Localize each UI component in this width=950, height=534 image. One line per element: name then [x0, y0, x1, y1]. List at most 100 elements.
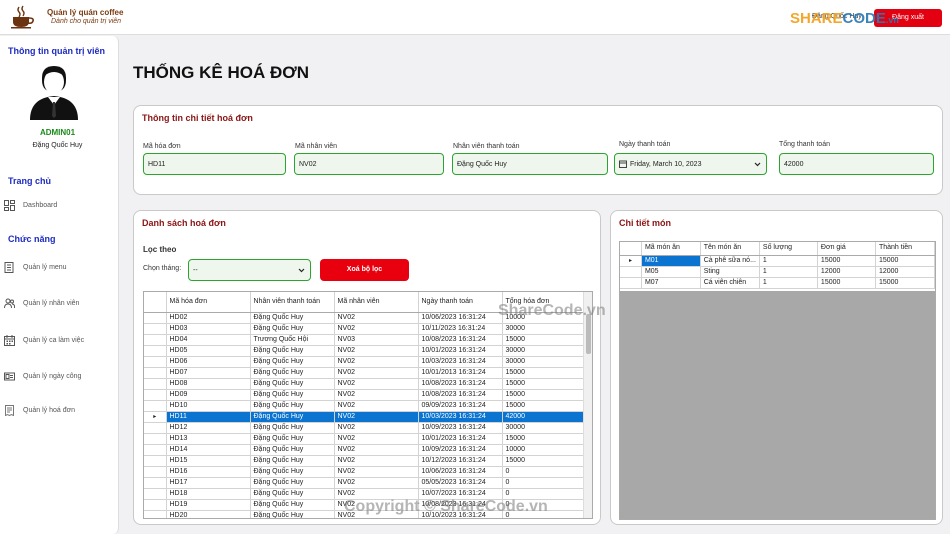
row-header[interactable]	[144, 466, 167, 478]
table-cell[interactable]: Đặng Quốc Huy	[250, 433, 335, 445]
table-row[interactable]: HD10 Đặng Quốc Huy NV02 09/09/2023 16:31:24…	[144, 400, 587, 412]
sidebar-item-dashboard[interactable]: Dashboard	[4, 197, 114, 213]
table-row[interactable]: HD06 Đặng Quốc Huy NV02 10/03/2023 16:31:24…	[144, 356, 587, 368]
table-cell[interactable]: 42000	[502, 411, 587, 423]
row-header[interactable]	[144, 334, 167, 346]
row-header[interactable]	[144, 510, 167, 518]
column-header[interactable]: Tên món ăn	[700, 242, 760, 256]
clear-filter-button[interactable]: Xoá bộ lọc	[320, 259, 409, 281]
table-cell[interactable]: Đặng Quốc Huy	[250, 356, 335, 368]
table-cell[interactable]: Đặng Quốc Huy	[250, 411, 335, 423]
table-cell[interactable]: HD07	[166, 367, 251, 379]
table-cell[interactable]: 15000	[502, 378, 587, 390]
table-cell[interactable]: 10/03/2023 16:31:24	[418, 356, 503, 368]
invoice-table-scrollbar[interactable]	[583, 292, 592, 518]
table-cell[interactable]: HD13	[166, 433, 251, 445]
table-row[interactable]: HD08 Đặng Quốc Huy NV02 10/08/2023 16:31:24…	[144, 378, 587, 390]
table-row[interactable]: HD03 Đặng Quốc Huy NV02 10/11/2023 16:31:24…	[144, 323, 587, 335]
table-cell[interactable]: Trương Quốc Hội	[250, 334, 335, 346]
table-cell[interactable]: NV02	[334, 488, 419, 500]
sidebar-item-workdays[interactable]: Quản lý ngày công	[4, 368, 114, 384]
table-cell[interactable]: 0	[502, 499, 587, 511]
table-row[interactable]: HD20 Đặng Quốc Huy NV02 10/10/2023 16:31:24…	[144, 510, 587, 518]
table-cell[interactable]: NV02	[334, 477, 419, 489]
table-row[interactable]: HD15 Đặng Quốc Huy NV02 10/12/2023 16:31:24…	[144, 455, 587, 467]
row-header[interactable]	[144, 477, 167, 489]
table-cell[interactable]: 10/10/2023 16:31:24	[418, 510, 503, 518]
table-cell[interactable]: 1	[759, 277, 818, 289]
table-cell[interactable]: Đặng Quốc Huy	[250, 345, 335, 357]
table-cell[interactable]: 0	[502, 466, 587, 478]
row-header[interactable]	[144, 312, 167, 324]
row-header[interactable]	[144, 499, 167, 511]
table-cell[interactable]: Đặng Quốc Huy	[250, 477, 335, 489]
sidebar-item-employees[interactable]: Quản lý nhân viên	[4, 295, 114, 311]
table-cell[interactable]: 10000	[502, 312, 587, 324]
table-row[interactable]: HD05 Đặng Quốc Huy NV02 10/01/2023 16:31:24…	[144, 345, 587, 357]
column-header[interactable]: Số lượng	[759, 242, 818, 256]
table-cell[interactable]: Đặng Quốc Huy	[250, 510, 335, 518]
table-cell[interactable]: M01	[641, 255, 701, 267]
table-cell[interactable]: NV02	[334, 345, 419, 357]
table-cell[interactable]: Đặng Quốc Huy	[250, 444, 335, 456]
table-cell[interactable]: Đặng Quốc Huy	[250, 400, 335, 412]
table-cell[interactable]: 15000	[502, 334, 587, 346]
table-row[interactable]: HD04 Trương Quốc Hội NV03 10/08/2023 16:31:…	[144, 334, 587, 346]
table-cell[interactable]: HD20	[166, 510, 251, 518]
table-cell[interactable]: Đặng Quốc Huy	[250, 323, 335, 335]
table-cell[interactable]: HD14	[166, 444, 251, 456]
row-header[interactable]	[144, 389, 167, 401]
table-cell[interactable]: 15000	[502, 389, 587, 401]
table-cell[interactable]: HD02	[166, 312, 251, 324]
table-cell[interactable]: 10/08/2023 16:31:24	[418, 334, 503, 346]
row-header[interactable]	[144, 400, 167, 412]
table-cell[interactable]: 15000	[875, 277, 935, 289]
column-header[interactable]: Mã hóa đơn	[166, 292, 251, 313]
table-row[interactable]: HD19 Đặng Quốc Huy NV02 10/08/2023 16:31:24…	[144, 499, 587, 511]
table-cell[interactable]: 10/07/2023 16:31:24	[418, 488, 503, 500]
table-cell[interactable]: 05/05/2023 16:31:24	[418, 477, 503, 489]
row-header[interactable]	[144, 488, 167, 500]
table-cell[interactable]: 30000	[502, 356, 587, 368]
table-cell[interactable]: 0	[502, 477, 587, 489]
table-cell[interactable]: HD19	[166, 499, 251, 511]
table-row[interactable]: HD07 Đặng Quốc Huy NV02 10/01/2013 16:31:24…	[144, 367, 587, 379]
table-row[interactable]: M05 Sting 1 12000 12000	[620, 266, 935, 278]
invoice-table[interactable]: Mã hóa đơn Nhân viên thanh toán Mã nhân …	[143, 291, 593, 519]
table-cell[interactable]: Đặng Quốc Huy	[250, 488, 335, 500]
row-header[interactable]	[620, 277, 642, 289]
table-cell[interactable]: 09/09/2023 16:31:24	[418, 400, 503, 412]
column-header[interactable]: Tổng hóa đơn	[502, 292, 587, 313]
row-header[interactable]	[144, 422, 167, 434]
table-cell[interactable]: Cà phê sữa nó...	[700, 255, 760, 267]
table-cell[interactable]: HD06	[166, 356, 251, 368]
table-row[interactable]: HD13 Đặng Quốc Huy NV02 10/01/2023 16:31:24…	[144, 433, 587, 445]
row-header[interactable]	[144, 356, 167, 368]
table-cell[interactable]: 10000	[502, 444, 587, 456]
table-cell[interactable]: M05	[641, 266, 701, 278]
table-cell[interactable]: HD08	[166, 378, 251, 390]
table-cell[interactable]: Đặng Quốc Huy	[250, 312, 335, 324]
invoice-id-field[interactable]: HD11	[143, 153, 286, 175]
table-cell[interactable]: Cá viên chiên	[700, 277, 760, 289]
table-cell[interactable]: 10/06/2023 16:31:24	[418, 312, 503, 324]
row-header[interactable]	[144, 367, 167, 379]
sidebar-item-menu[interactable]: Quản lý menu	[4, 259, 114, 275]
table-cell[interactable]: Đặng Quốc Huy	[250, 367, 335, 379]
table-cell[interactable]: NV02	[334, 455, 419, 467]
table-cell[interactable]: 15000	[875, 255, 935, 267]
table-cell[interactable]: Sting	[700, 266, 760, 278]
table-cell[interactable]: M07	[641, 277, 701, 289]
row-header[interactable]	[144, 433, 167, 445]
table-cell[interactable]: NV02	[334, 422, 419, 434]
table-cell[interactable]: NV02	[334, 466, 419, 478]
table-cell[interactable]: Đặng Quốc Huy	[250, 455, 335, 467]
table-cell[interactable]: HD11	[166, 411, 251, 423]
table-cell[interactable]: HD05	[166, 345, 251, 357]
table-cell[interactable]: 12000	[817, 266, 876, 278]
table-cell[interactable]: 10/11/2023 16:31:24	[418, 323, 503, 335]
table-cell[interactable]: 1	[759, 266, 818, 278]
table-cell[interactable]: 12000	[875, 266, 935, 278]
column-header[interactable]: Đơn giá	[817, 242, 876, 256]
table-cell[interactable]: NV02	[334, 356, 419, 368]
